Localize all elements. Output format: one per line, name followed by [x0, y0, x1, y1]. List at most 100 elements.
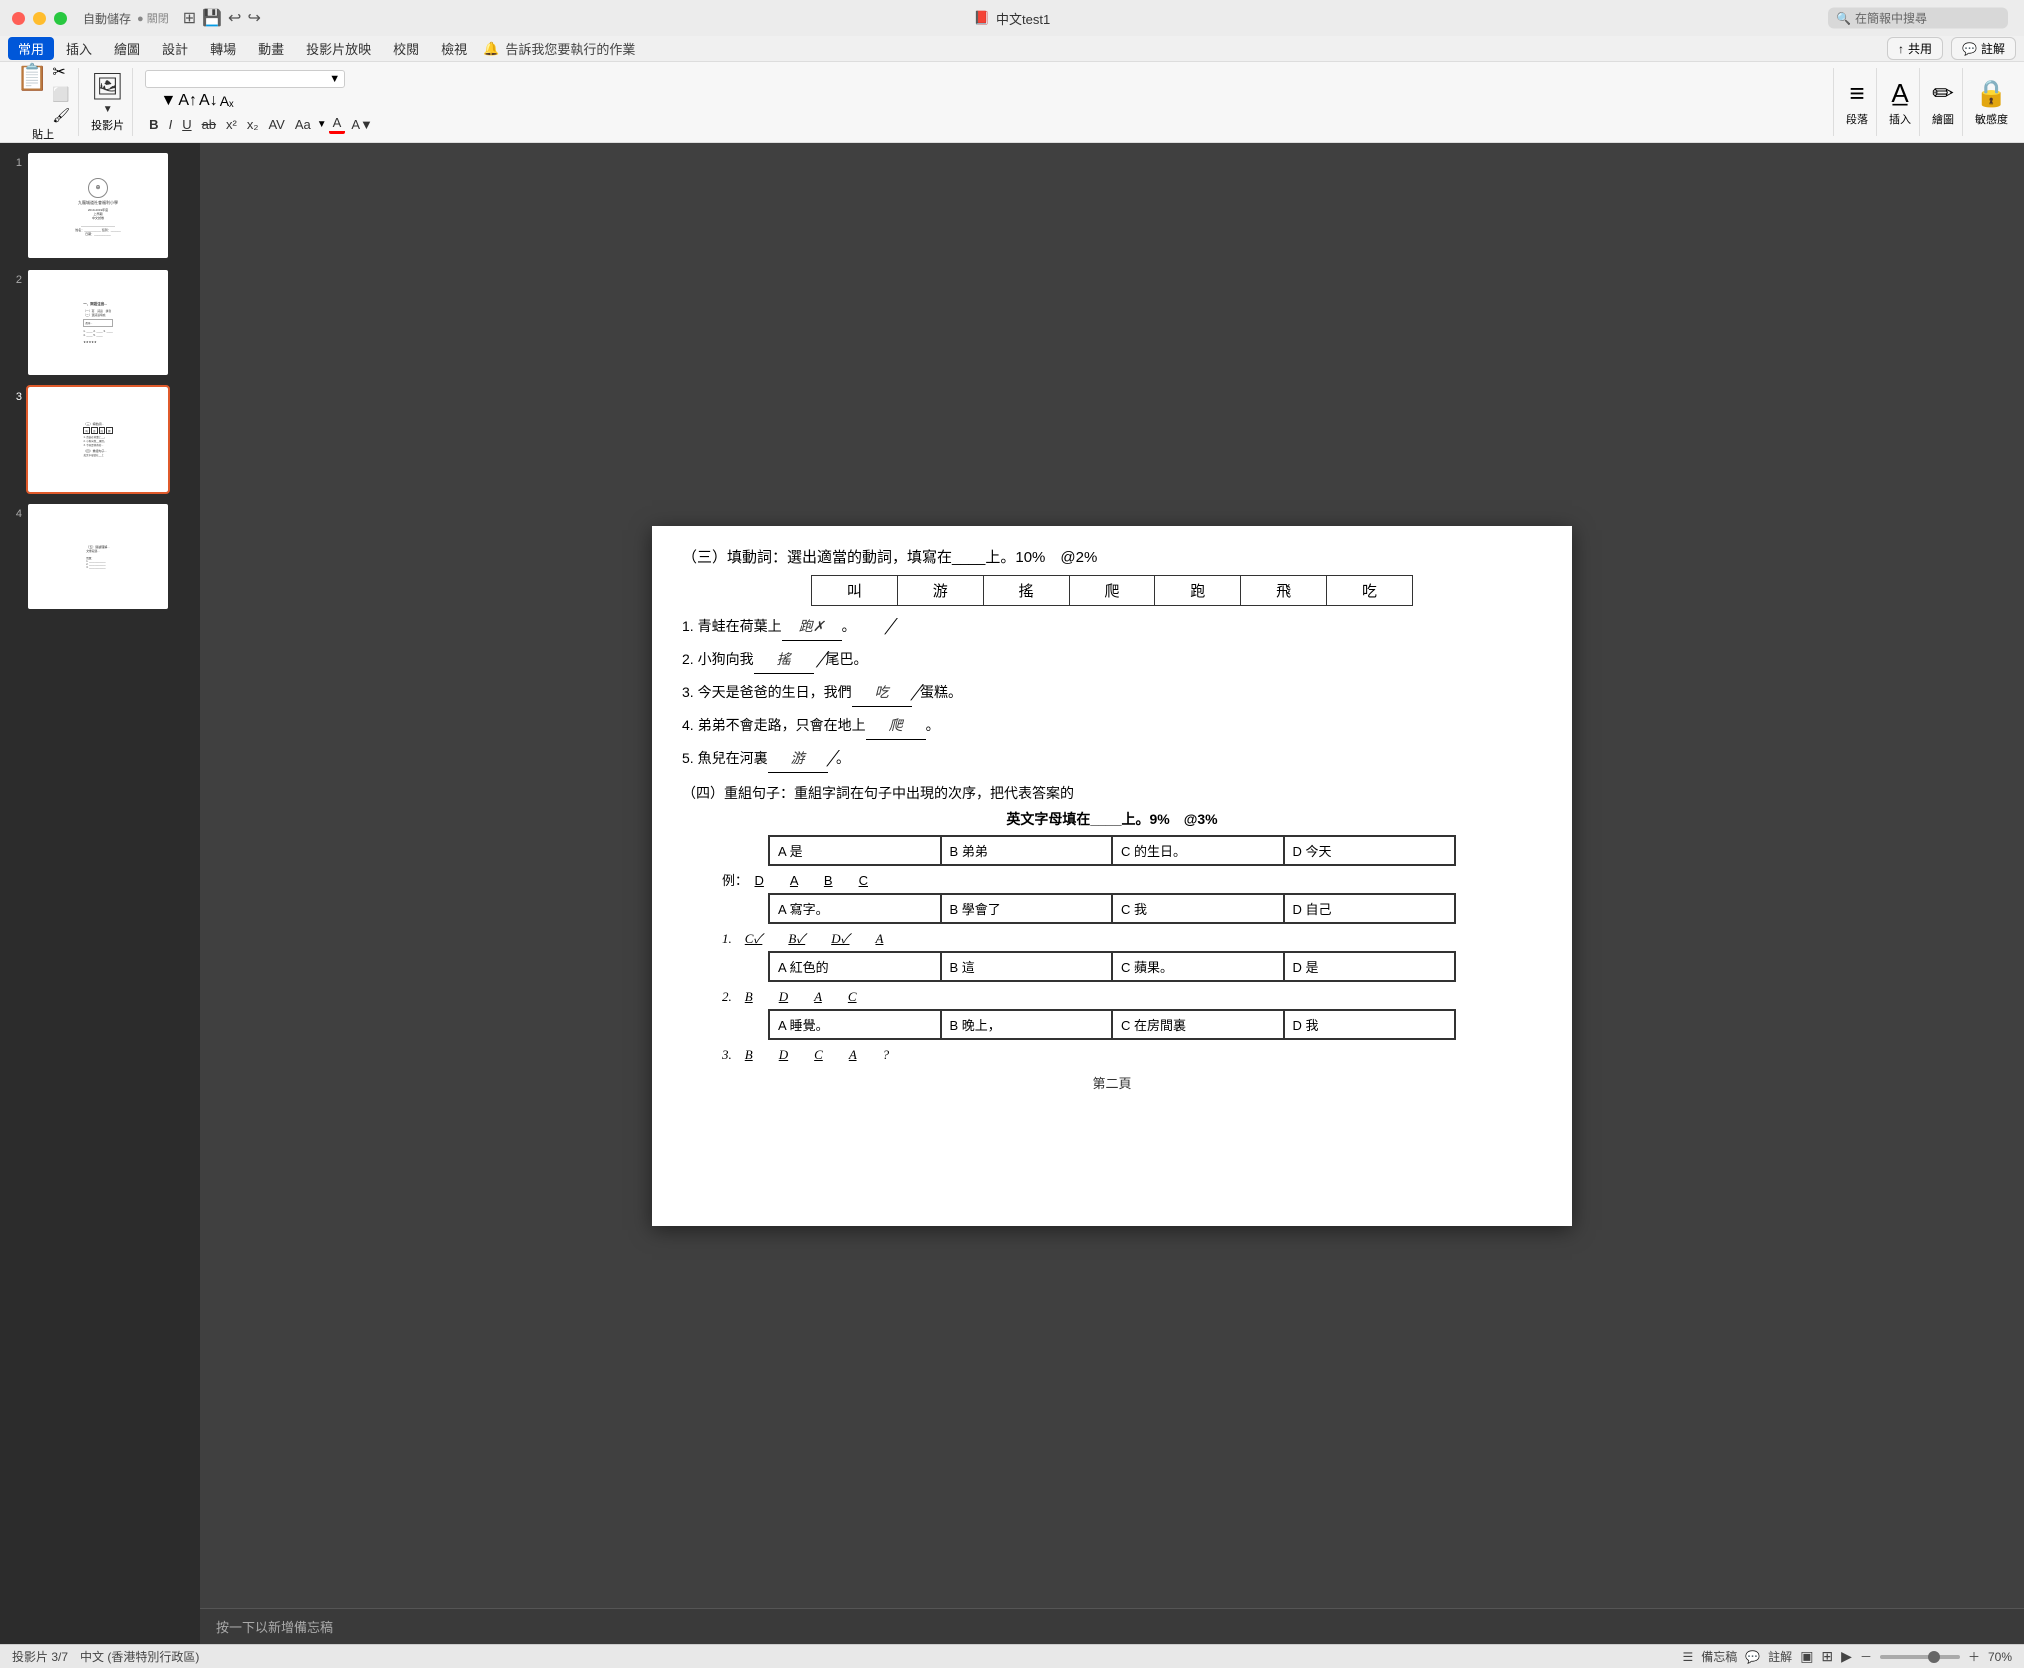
case-dropdown[interactable]: ▼: [317, 119, 327, 130]
share-button[interactable]: ↑ 共用: [1887, 37, 1943, 60]
menu-item-view[interactable]: 檢視: [431, 37, 477, 60]
menu-item-home[interactable]: 常用: [8, 37, 54, 60]
clear-format-icon[interactable]: Aₓ: [220, 93, 234, 109]
close-button[interactable]: [12, 12, 25, 25]
menu-item-animation[interactable]: 動畫: [248, 37, 294, 60]
menu-item-transition[interactable]: 轉場: [200, 37, 246, 60]
view-present-icon[interactable]: ▶: [1841, 1648, 1852, 1665]
case-button[interactable]: Aa: [291, 116, 315, 133]
grid-group1-writing: A 寫字。 B 學會了 C 我 D 自己: [768, 893, 1456, 924]
font-size-controls[interactable]: ▼ A↑ A↓ Aₓ: [145, 92, 233, 110]
copy-icon[interactable]: ⬜: [52, 86, 70, 103]
menu-item-draw[interactable]: 繪圖: [104, 37, 150, 60]
zoom-thumb[interactable]: [1928, 1651, 1940, 1663]
slide-num-1: 1: [10, 157, 22, 169]
toolbar-icon-grid[interactable]: ⊞: [183, 8, 196, 28]
draw-label: 繪圖: [1932, 111, 1954, 127]
minimize-button[interactable]: [33, 12, 46, 25]
ribbon-group-slide: 🖼 ▼ 投影片: [83, 68, 133, 136]
grid-cell-2a: A 寫字。: [769, 894, 941, 923]
status-right: ☰ 備忘稿 💬 註解 ▣ ⊞ ▶ － ＋ 70%: [1682, 1648, 2012, 1665]
ribbon-toolbar: 📋 ✂ ⬜ 🖌 貼上 🖼 ▼ 投影片 ▼: [0, 62, 2024, 142]
font-family-dropdown[interactable]: ▼: [145, 70, 345, 88]
italic-button[interactable]: I: [165, 116, 177, 133]
view-grid-icon[interactable]: ⊞: [1821, 1648, 1833, 1665]
menu-right-actions: ↑ 共用 💬 註解: [1887, 37, 2016, 60]
cut-icon[interactable]: ✂: [52, 62, 70, 82]
school-emblem: ⊕: [88, 178, 108, 198]
ribbon-group-paste: 📋 ✂ ⬜ 🖌 貼上: [8, 68, 79, 136]
draw-icon[interactable]: ✏: [1932, 78, 1954, 109]
slide-1-content: ⊕ 九龍城道社會福利小學 2019-2019年度 上學期 中文試卷 ──────…: [28, 153, 168, 258]
superscript-button[interactable]: x²: [222, 116, 241, 133]
bold-button[interactable]: B: [145, 116, 162, 133]
paste-button[interactable]: 📋: [16, 62, 48, 124]
grid-cell-3b: B 這: [941, 952, 1113, 981]
window-controls[interactable]: [12, 12, 67, 25]
slide-thumbnail-2[interactable]: 2 一、詞語注音... （一）寫 詞語 拼音 （二）選詞語填充 選項... 1.…: [8, 268, 192, 377]
zoom-percent: 70%: [1988, 1650, 2012, 1664]
toolbar-icon-redo[interactable]: ↪: [247, 8, 260, 28]
font-color-button[interactable]: A: [329, 114, 346, 134]
zoom-plus-button[interactable]: ＋: [1968, 1648, 1980, 1665]
slide-num-3: 3: [10, 391, 22, 403]
comment-status-icon[interactable]: 💬: [1745, 1650, 1760, 1664]
autosave-toggle[interactable]: ● 關閉: [137, 10, 169, 26]
grid-cell-4a: A 睡覺。: [769, 1010, 941, 1039]
grid-cell-4d: D 我: [1284, 1010, 1456, 1039]
ribbon: 📋 ✂ ⬜ 🖌 貼上 🖼 ▼ 投影片 ▼: [0, 62, 2024, 143]
menu-item-insert[interactable]: 插入: [56, 37, 102, 60]
slide-2-content: 一、詞語注音... （一）寫 詞語 拼音 （二）選詞語填充 選項... 1. _…: [28, 270, 168, 375]
insert-icon[interactable]: A̲: [1891, 78, 1908, 109]
subscript-button[interactable]: x₂: [243, 116, 263, 133]
window-title: 📕 中文test1: [974, 9, 1050, 28]
slide-canvas[interactable]: （三）填動詞：選出適當的動詞，填寫在____上。10% @2% 叫 游 搖 爬 …: [652, 526, 1572, 1226]
ribbon-group-draw: ✏ 繪圖: [1924, 68, 1963, 136]
new-slide-button[interactable]: 🖼 ▼: [91, 71, 124, 115]
search-icon: 🔍: [1836, 11, 1851, 25]
slide-view: （三）填動詞：選出適當的動詞，填寫在____上。10% @2% 叫 游 搖 爬 …: [200, 143, 2024, 1608]
sensitivity-icon[interactable]: 🔒: [1975, 78, 2007, 109]
decrease-font-icon[interactable]: A↓: [199, 92, 218, 110]
menu-item-slideshow[interactable]: 投影片放映: [296, 37, 381, 60]
slide-thumbnail-1[interactable]: 1 ⊕ 九龍城道社會福利小學 2019-2019年度 上學期 中文試卷 ────…: [8, 151, 192, 260]
notes-status-icon[interactable]: ☰: [1682, 1650, 1693, 1664]
notes-bar[interactable]: 按一下以新增備忘稿: [200, 1608, 2024, 1644]
grid-cell-2b: B 學會了: [941, 894, 1113, 923]
ribbon-group-paragraph: ≡ 段落: [1838, 68, 1877, 136]
toolbar-icon-save[interactable]: 💾: [202, 8, 222, 28]
slide-3-content: （三）填動詞... 叫 游 搖 爬 1. 青蛙在荷葉上__。 2. 小狗向我__…: [28, 387, 168, 492]
highlight-button[interactable]: A▼: [347, 116, 377, 133]
word-table: 叫 游 搖 爬 跑 飛 吃: [811, 575, 1413, 606]
section3-header: （三）填動詞：選出適當的動詞，填寫在____上。10% @2%: [682, 546, 1542, 567]
slide-thumbnail-4[interactable]: 4 （五）閱讀理解... 文章段落... 問題： 1. ____________…: [8, 502, 192, 611]
underline-button[interactable]: U: [178, 116, 195, 133]
comment-button[interactable]: 💬 註解: [1951, 37, 2016, 60]
spacing-button[interactable]: AV: [264, 116, 288, 133]
slide-1-title: 九龍城道社會福利小學: [75, 200, 121, 206]
strikethrough-button[interactable]: ab: [198, 116, 220, 133]
toolbar-icon-undo[interactable]: ↩: [228, 8, 241, 28]
search-bar[interactable]: 🔍 在簡報中搜尋: [1828, 8, 2008, 29]
answer-4: 爬: [866, 714, 926, 740]
paragraph-icon[interactable]: ≡: [1849, 78, 1864, 109]
grid-group2: A 紅色的 B 這 C 蘋果。 D 是: [768, 951, 1456, 982]
menu-item-review[interactable]: 校閱: [383, 37, 429, 60]
slide-page: （三）填動詞：選出適當的動詞，填寫在____上。10% @2% 叫 游 搖 爬 …: [652, 526, 1572, 1226]
menu-item-design[interactable]: 設計: [152, 37, 198, 60]
word-cell-7: 吃: [1327, 575, 1413, 605]
sentence-2: 2. 小狗向我搖 ╱尾巴。: [682, 647, 1542, 674]
slide-thumbnail-3[interactable]: 3 （三）填動詞... 叫 游 搖 爬 1. 青蛙在荷葉上__。 2. 小狗向我…: [8, 385, 192, 494]
format-paint-icon[interactable]: 🖌: [52, 107, 70, 124]
ribbon-group-sensitivity: 🔒 敏感度: [1967, 68, 2016, 136]
status-bar: 投影片 3/7 中文 (香港特別行政區) ☰ 備忘稿 💬 註解 ▣ ⊞ ▶ － …: [0, 1644, 2024, 1668]
insert-label: 插入: [1889, 111, 1911, 127]
zoom-minus-button[interactable]: －: [1860, 1648, 1872, 1665]
maximize-button[interactable]: [54, 12, 67, 25]
text-format-buttons: B I U ab x² x₂ AV Aa ▼ A A▼: [145, 114, 377, 134]
section4-bold: 英文字母填在____上。9% @3%: [1006, 811, 1217, 827]
view-single-icon[interactable]: ▣: [1800, 1648, 1813, 1665]
paragraph-label: 段落: [1846, 111, 1868, 127]
increase-font-icon[interactable]: A↑: [178, 92, 197, 110]
zoom-slider[interactable]: [1880, 1655, 1960, 1659]
